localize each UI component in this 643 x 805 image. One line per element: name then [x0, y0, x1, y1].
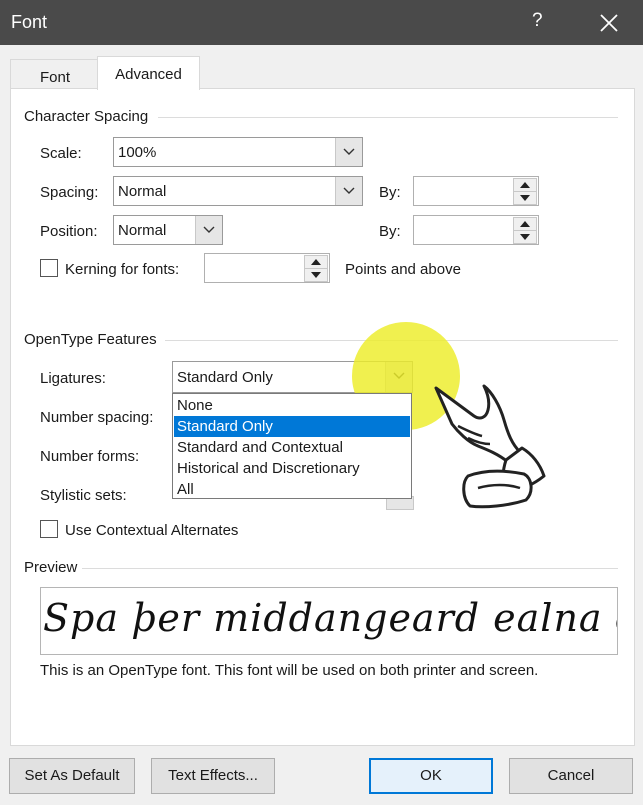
- spacing-by-label: By:: [379, 184, 401, 201]
- preview-sample-text: Spa þer middangeard ealna dogra gehpa: [43, 596, 617, 640]
- chevron-down-icon[interactable]: [335, 138, 362, 166]
- character-spacing-heading: Character Spacing: [24, 108, 149, 125]
- kerning-label: Kerning for fonts:: [65, 261, 180, 278]
- kerning-checkbox[interactable]: [40, 259, 58, 277]
- ligatures-dropdown-list[interactable]: None Standard Only Standard and Contextu…: [172, 393, 412, 499]
- ok-button[interactable]: OK: [369, 758, 493, 794]
- spin-up-button[interactable]: [513, 217, 537, 231]
- scale-combo[interactable]: 100%: [113, 137, 363, 167]
- spin-up-button[interactable]: [513, 178, 537, 192]
- stylistic-sets-label: Stylistic sets:: [40, 487, 127, 504]
- position-by-label: By:: [379, 223, 401, 240]
- title-bar: Font ?: [0, 0, 643, 45]
- position-select[interactable]: Normal: [113, 215, 223, 245]
- number-forms-label: Number forms:: [40, 448, 140, 465]
- kerning-suffix: Points and above: [345, 261, 461, 278]
- pointing-hand-icon: [434, 384, 546, 509]
- contextual-alternates-checkbox[interactable]: [40, 520, 58, 538]
- chevron-down-icon[interactable]: [335, 177, 362, 205]
- number-spacing-label: Number spacing:: [40, 409, 154, 426]
- scale-value: 100%: [118, 144, 157, 161]
- chevron-down-icon[interactable]: [195, 216, 222, 244]
- cancel-button[interactable]: Cancel: [509, 758, 633, 794]
- opentype-heading: OpenType Features: [24, 331, 157, 348]
- ligature-option-historical-discretionary[interactable]: Historical and Discretionary: [174, 458, 410, 479]
- ligature-option-standard-contextual[interactable]: Standard and Contextual: [174, 437, 410, 458]
- divider: [158, 117, 618, 118]
- spacing-select[interactable]: Normal: [113, 176, 363, 206]
- text-effects-button[interactable]: Text Effects...: [151, 758, 275, 794]
- kerning-spinner[interactable]: [204, 253, 330, 283]
- window-title: Font: [11, 12, 48, 32]
- spacing-label: Spacing:: [40, 184, 99, 201]
- ligature-option-standard-only[interactable]: Standard Only: [174, 416, 410, 437]
- position-value: Normal: [118, 222, 167, 239]
- help-icon[interactable]: ?: [532, 10, 543, 32]
- spin-down-button[interactable]: [513, 191, 537, 205]
- ligature-option-all[interactable]: All: [174, 479, 410, 500]
- spacing-value: Normal: [118, 183, 167, 200]
- spin-up-button[interactable]: [304, 255, 328, 269]
- position-by-spinner[interactable]: [413, 215, 539, 245]
- position-label: Position:: [40, 223, 98, 240]
- contextual-alternates-label: Use Contextual Alternates: [65, 522, 239, 539]
- set-as-default-button[interactable]: Set As Default: [9, 758, 135, 794]
- close-icon[interactable]: [598, 12, 620, 34]
- divider: [82, 568, 618, 569]
- tab-font[interactable]: Font: [10, 59, 100, 90]
- spin-down-button[interactable]: [304, 268, 328, 282]
- preview-box: Spa þer middangeard ealna dogra gehpa: [40, 587, 618, 655]
- preview-note: This is an OpenType font. This font will…: [40, 662, 539, 679]
- tab-advanced[interactable]: Advanced: [97, 56, 200, 90]
- ligature-option-none[interactable]: None: [174, 395, 410, 416]
- preview-heading: Preview: [24, 559, 78, 576]
- ligatures-value: Standard Only: [177, 369, 273, 386]
- scale-label: Scale:: [40, 145, 82, 162]
- spin-down-button[interactable]: [513, 230, 537, 244]
- ligatures-label: Ligatures:: [40, 370, 106, 387]
- spacing-by-spinner[interactable]: [413, 176, 539, 206]
